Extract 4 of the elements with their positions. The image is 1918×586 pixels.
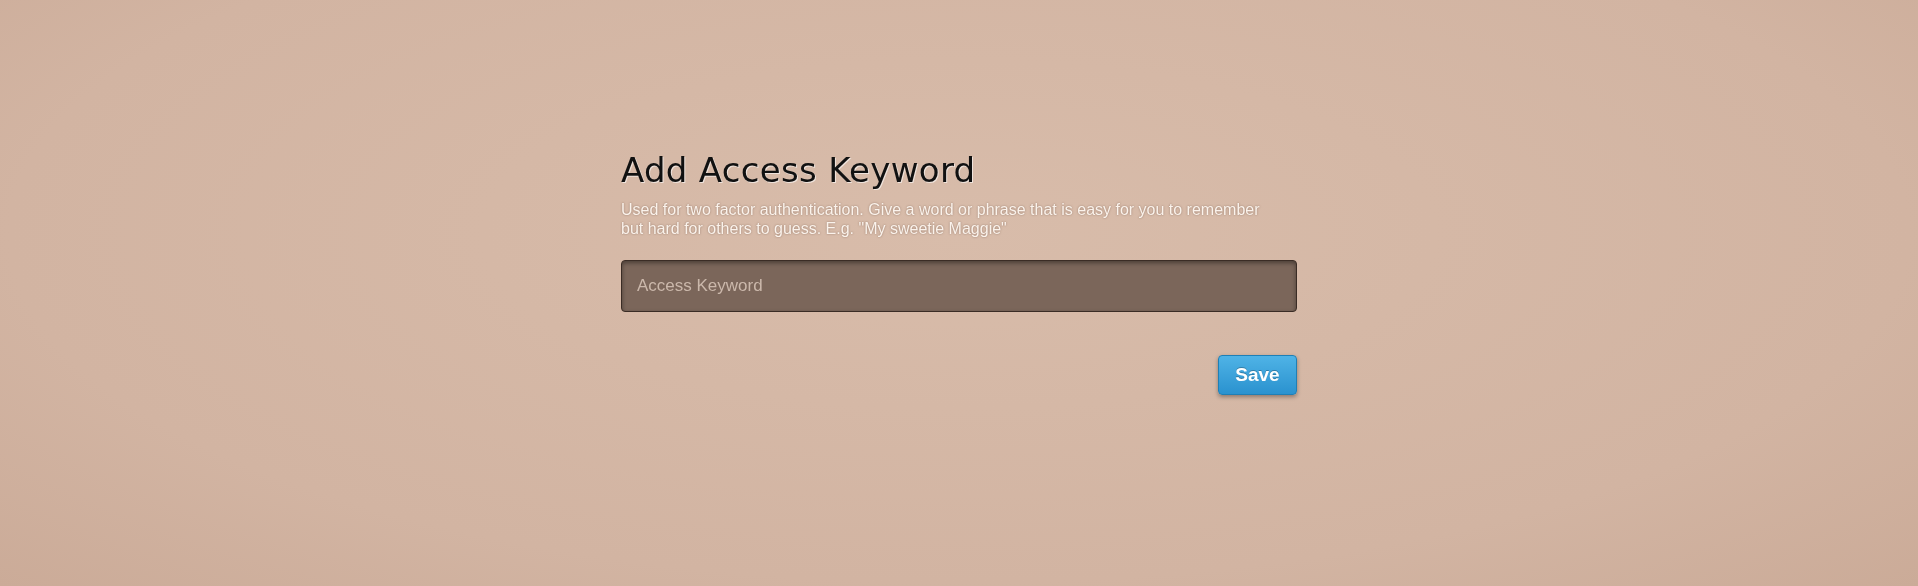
form-title: Add Access Keyword: [621, 150, 977, 190]
form-description: Used for two factor authentication. Give a word or phrase that is easy for you to remember but hard for others to guess. E.g. "My sweetie Maggie": [621, 200, 1261, 238]
keyword-field[interactable]: Access Keyword: [621, 260, 1297, 312]
save-button[interactable]: Save: [1218, 355, 1297, 395]
